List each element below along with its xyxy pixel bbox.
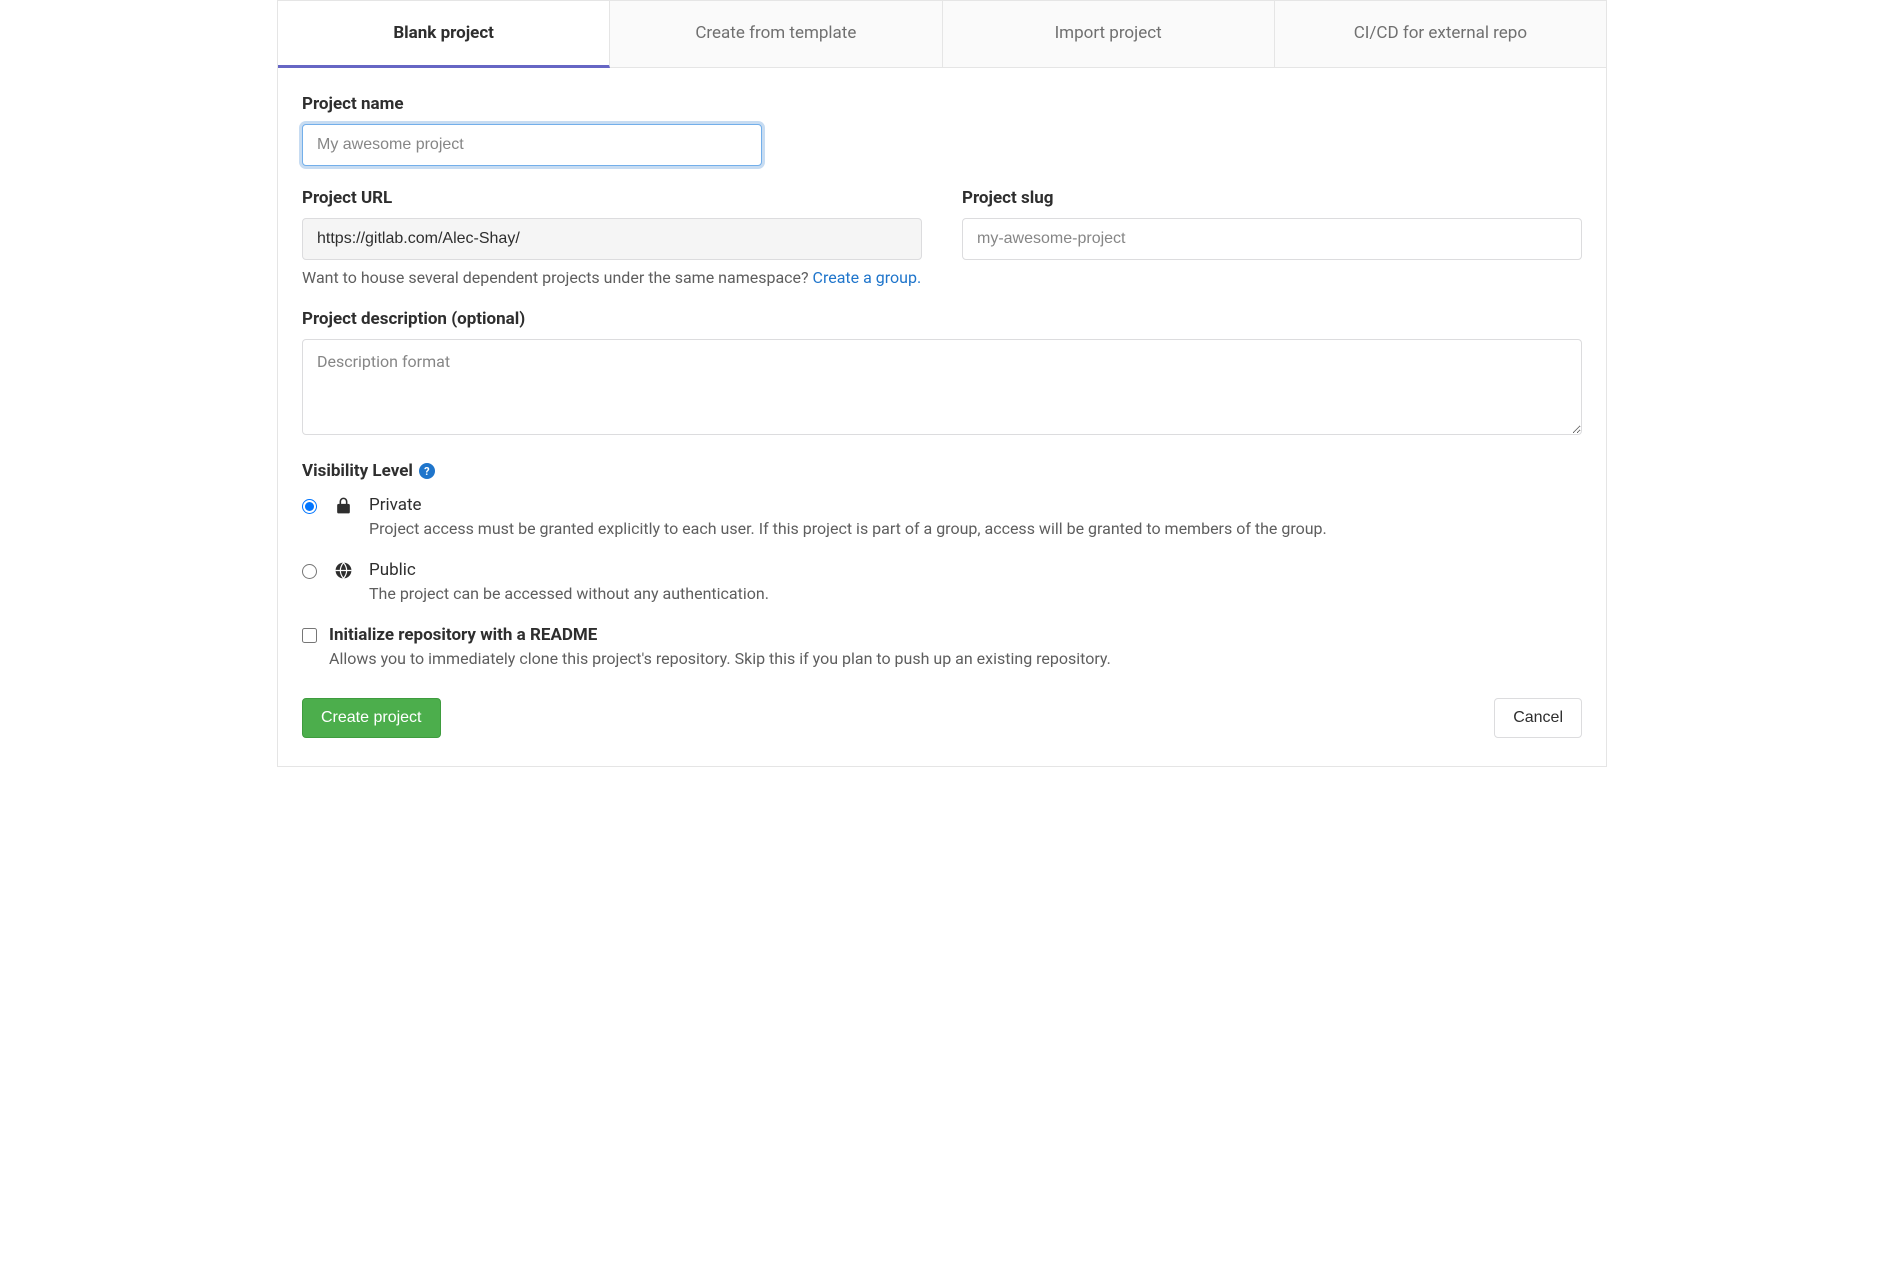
blank-project-form: Project name Project URL Project slug Wa… — [278, 68, 1606, 766]
project-name-input[interactable] — [302, 124, 762, 166]
project-url-label: Project URL — [302, 188, 922, 208]
initialize-readme-option[interactable]: Initialize repository with a README Allo… — [302, 625, 1582, 668]
lock-icon — [333, 496, 353, 516]
visibility-private-desc: Project access must be granted explicitl… — [369, 519, 1582, 538]
project-description-label: Project description (optional) — [302, 309, 1582, 329]
project-url-input[interactable] — [302, 218, 922, 260]
project-slug-label: Project slug — [962, 188, 1582, 208]
tab-blank-project[interactable]: Blank project — [278, 1, 610, 68]
visibility-radio-public[interactable] — [302, 564, 317, 579]
help-icon[interactable]: ? — [419, 463, 435, 479]
create-group-link[interactable]: Create a group. — [813, 268, 922, 287]
initialize-readme-title: Initialize repository with a README — [329, 625, 1582, 645]
namespace-hint-text: Want to house several dependent projects… — [302, 268, 813, 287]
initialize-readme-checkbox[interactable] — [302, 628, 317, 643]
project-create-tabs: Blank project Create from template Impor… — [278, 1, 1606, 68]
cancel-button[interactable]: Cancel — [1494, 698, 1582, 738]
project-slug-input[interactable] — [962, 218, 1582, 260]
visibility-option-private[interactable]: Private Project access must be granted e… — [302, 495, 1582, 538]
globe-icon — [333, 561, 353, 581]
project-name-label: Project name — [302, 94, 1582, 114]
tab-cicd-external-repo[interactable]: CI/CD for external repo — [1275, 1, 1606, 67]
project-description-input[interactable] — [302, 339, 1582, 435]
initialize-readme-desc: Allows you to immediately clone this pro… — [329, 649, 1582, 668]
new-project-panel: Blank project Create from template Impor… — [277, 0, 1607, 767]
namespace-hint: Want to house several dependent projects… — [302, 268, 1582, 287]
tab-create-from-template[interactable]: Create from template — [610, 1, 942, 67]
visibility-public-desc: The project can be accessed without any … — [369, 584, 1582, 603]
visibility-private-title: Private — [369, 495, 1582, 515]
visibility-option-public[interactable]: Public The project can be accessed witho… — [302, 560, 1582, 603]
visibility-public-title: Public — [369, 560, 1582, 580]
create-project-button[interactable]: Create project — [302, 698, 441, 738]
visibility-radio-private[interactable] — [302, 499, 317, 514]
visibility-level-label: Visibility Level — [302, 461, 413, 481]
tab-import-project[interactable]: Import project — [943, 1, 1275, 67]
